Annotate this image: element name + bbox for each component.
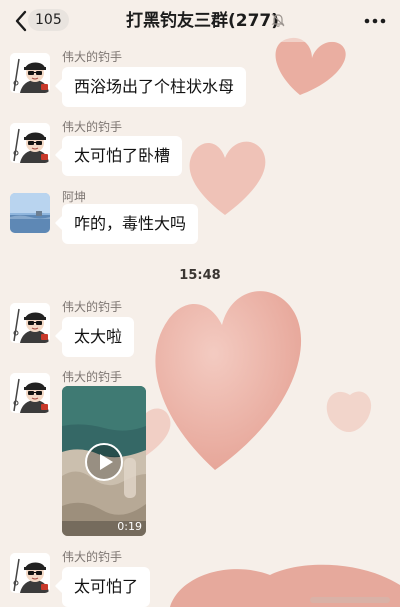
message-bubble[interactable]: 咋的，毒性大吗 [62,204,199,244]
play-icon[interactable] [84,442,124,482]
chat-header: 105 打黑钓友三群(277) [0,0,400,42]
sender-name: 伟大的钓手 [62,50,123,64]
video-message[interactable]: 0:19 [62,386,146,536]
chat-title[interactable]: 打黑钓友三群(277) [126,8,279,34]
avatar[interactable] [10,123,50,163]
message-bubble[interactable]: 太可怕了卧槽 [62,136,183,176]
unread-count-badge[interactable]: 105 [28,9,69,31]
avatar[interactable] [10,373,50,413]
sender-name: 伟大的钓手 [62,550,123,564]
message-timestamp: 15:48 [179,268,221,283]
message-bubble[interactable]: 太可怕了 [62,567,151,607]
watermark [310,597,390,603]
video-duration: 0:19 [117,520,142,533]
sender-name: 阿坤 [62,190,87,204]
message-bubble[interactable]: 太大啦 [62,317,135,357]
mute-bell-icon [271,13,285,27]
more-options-icon[interactable] [362,10,388,32]
message-bubble[interactable]: 西浴场出了个柱状水母 [62,67,247,107]
avatar[interactable] [10,193,50,233]
avatar[interactable] [10,553,50,593]
sender-name: 伟大的钓手 [62,120,123,134]
avatar[interactable] [10,303,50,343]
sender-name: 伟大的钓手 [62,300,123,314]
avatar[interactable] [10,53,50,93]
sender-name: 伟大的钓手 [62,370,123,384]
